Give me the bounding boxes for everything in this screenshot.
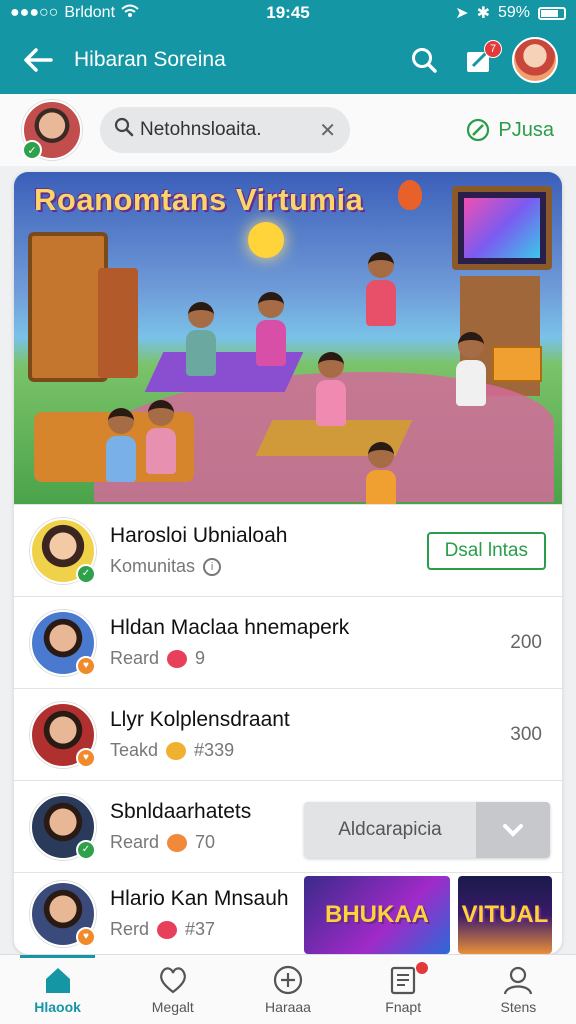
nav-label: Fnapt [385,998,422,1015]
member-avatar[interactable]: ♥ [30,701,96,768]
heart-badge-icon: ♥ [76,747,96,768]
join-button[interactable]: Dsal lntas [426,531,546,570]
nav-label: Haraaa [265,998,311,1015]
nav-label: Hlaook [34,998,81,1015]
arcade-machine-decoration [28,232,108,382]
user-icon [504,966,533,994]
hero-title: Roanomtans Virtumia [34,182,364,217]
app-bar: Hibaran Soreina 7 [0,26,576,94]
home-icon [45,967,70,993]
member-avatar[interactable]: ✓ [30,793,96,860]
nav-notification-dot [414,961,429,975]
nav-home[interactable]: Hlaook [0,955,115,1024]
hero-banner[interactable]: Roanomtans Virtumia [14,172,562,504]
page-title: Hibaran Soreina [74,48,226,71]
person-illustration [364,252,398,326]
community-card: Roanomtans Virtumia ✓ Harosloi Ubnialoah… [14,172,562,954]
person-illustration [104,408,138,482]
search-icon [114,117,134,143]
heart-icon [157,920,178,939]
bluetooth-icon: ✱ [476,5,490,22]
bottom-nav: Hlaook Megalt Haraaa Fnapt Stens [0,954,576,1024]
person-illustration [454,332,488,406]
clear-icon[interactable]: ✕ [319,118,336,143]
member-role: Rerd [110,919,150,939]
member-count: 9 [195,648,206,668]
back-button[interactable] [18,40,58,80]
person-illustration [314,352,348,426]
person-illustration [144,400,178,474]
heart-icon [166,741,187,760]
list-item[interactable]: ♥ Llyr Kolplensdraant Teakd #339 300 [14,688,562,780]
person-illustration [364,442,398,504]
search-icon [412,48,437,73]
add-post-button[interactable]: PJusa [466,118,554,142]
verified-check-icon: ✓ [22,140,42,160]
person-illustration [184,302,218,376]
nav-label: Megalt [151,998,194,1015]
nav-profile[interactable]: Stens [461,955,576,1024]
community-name: Harosloi Ubnialoah [110,524,288,547]
search-button[interactable] [402,38,446,82]
member-avatar[interactable]: ♥ [30,609,96,676]
location-icon: ➤ [455,5,469,22]
heart-badge-icon: ♥ [76,655,96,676]
member-role: Reard [110,832,160,852]
member-name: Llyr Kolplensdraant [110,708,290,731]
game-thumbnail[interactable]: BHUKAA [304,876,450,954]
nav-messages[interactable]: Fnapt [346,955,461,1024]
arrow-left-icon [24,48,53,72]
compose-button[interactable]: 7 [458,38,502,82]
community-row[interactable]: ✓ Harosloi Ubnialoah Komunitas i Dsal ln… [14,504,562,596]
heart-icon [167,649,188,668]
dropdown-label: Aldcarapicia [304,802,476,858]
profile-avatar[interactable] [512,37,558,83]
game-thumbnail[interactable]: VITUAL [458,876,552,954]
status-bar: ●●●○○ Brldont 19:45 ➤ ✱ 59% [0,0,576,26]
options-dropdown[interactable]: Aldcarapicia [304,802,550,858]
carrier-label: Brldont [64,4,116,21]
member-role: Reard [110,648,160,668]
edit-circle-icon [467,118,490,142]
nav-label: Stens [500,998,537,1015]
verified-check-icon: ✓ [76,839,96,860]
wifi-icon [121,4,139,23]
balloon-decoration [398,180,422,210]
member-name: Hldan Maclaa hnemaperk [110,616,350,639]
search-value: Netohnsloaita. [140,119,262,140]
notification-badge: 7 [484,40,502,58]
info-icon[interactable]: i [203,557,222,576]
member-count: #339 [194,740,235,760]
heart-outline-icon [159,966,186,993]
heart-badge-icon: ♥ [76,926,96,947]
member-role: Teakd [110,740,159,760]
box-decoration [492,346,542,382]
search-input[interactable]: Netohnsloaita. ✕ [100,107,350,153]
search-row: ✓ Netohnsloaita. ✕ PJusa [0,94,576,166]
list-item[interactable]: ♥ Hldan Maclaa hnemaperk Reard 9 200 [14,596,562,688]
battery-icon [538,6,566,20]
arcade-machine-decoration [98,268,138,378]
tv-decoration [452,186,552,270]
plus-circle-icon [273,965,303,994]
add-post-label: PJusa [498,118,554,141]
heart-icon [167,833,188,852]
battery-percent: 59% [497,4,530,21]
member-value: 300 [510,723,542,745]
user-avatar[interactable]: ✓ [22,100,82,160]
member-count: #37 [185,919,216,939]
nav-create[interactable]: Haraaa [230,955,345,1024]
member-avatar[interactable]: ♥ [30,880,96,947]
member-value: 200 [510,631,542,653]
verified-check-icon: ✓ [76,563,96,584]
nav-favorites[interactable]: Megalt [115,955,230,1024]
community-avatar[interactable]: ✓ [30,517,96,584]
member-count: 70 [195,832,216,852]
signal-icon: ●●●○○ [10,4,59,21]
clock: 19:45 [266,3,310,22]
chevron-down-icon[interactable] [476,802,550,858]
community-subtitle: Komunitas [110,556,196,576]
person-illustration [254,292,288,366]
sun-decoration [248,222,284,258]
